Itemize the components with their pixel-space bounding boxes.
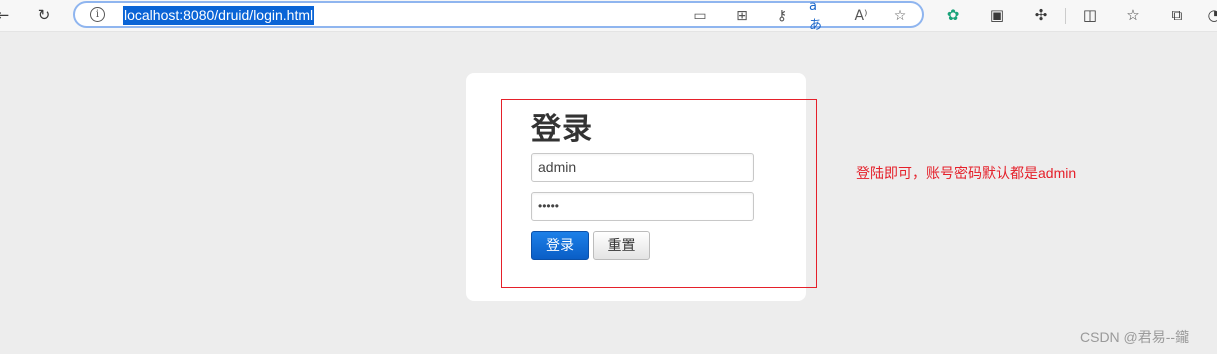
watermark: CSDN @君易--鑨 — [1080, 329, 1190, 345]
favorites-icon[interactable]: ☆ — [1122, 4, 1144, 26]
browser-toolbar: ← ↻ i localhost:8080/druid/login.html ▭ … — [0, 0, 1217, 33]
key-icon[interactable]: ⚷ — [772, 6, 792, 26]
back-arrow-icon[interactable]: ← — [0, 4, 14, 26]
refresh-icon[interactable]: ↻ — [33, 4, 55, 26]
toolbar-divider — [1065, 8, 1066, 24]
address-bar[interactable]: i localhost:8080/druid/login.html ▭ ⊞ ⚷ … — [73, 0, 924, 33]
annotation-note: 登陆即可，账号密码默认都是admin — [856, 165, 1077, 181]
read-aloud-icon[interactable]: A⁾ — [851, 6, 871, 26]
profile-icon[interactable]: ◔ — [1203, 4, 1217, 26]
device-icon[interactable]: ▭ — [690, 6, 710, 26]
apps-icon[interactable]: ⊞ — [732, 6, 752, 26]
collections-icon[interactable]: ⧉ — [1166, 4, 1188, 26]
split-screen-icon[interactable]: ◫ — [1079, 4, 1101, 26]
copilot-icon[interactable]: ✿ — [942, 4, 964, 26]
url-text[interactable]: localhost:8080/druid/login.html — [123, 6, 315, 25]
site-info-icon[interactable]: i — [90, 7, 105, 22]
translate-icon[interactable]: aあ — [809, 0, 829, 33]
extensions-icon[interactable]: ✣ — [1030, 4, 1052, 26]
tab-actions-icon[interactable]: ▣ — [986, 4, 1008, 26]
favorite-star-icon[interactable]: ☆ — [890, 6, 910, 26]
highlight-box — [501, 99, 817, 288]
